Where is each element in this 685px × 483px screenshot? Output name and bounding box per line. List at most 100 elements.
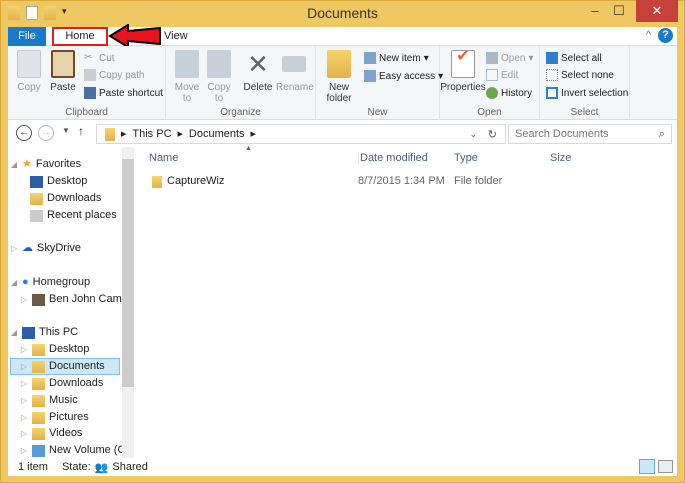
details-view-button[interactable] xyxy=(639,459,655,474)
rename-button[interactable]: Rename xyxy=(276,50,314,93)
copy-path-button[interactable]: Copy path xyxy=(84,69,145,81)
recent-locations-dropdown[interactable]: ▼ xyxy=(62,126,70,135)
recent-places-icon xyxy=(30,209,43,222)
select-all-button[interactable]: Select all xyxy=(546,52,602,64)
maximize-button[interactable]: ☐ xyxy=(608,0,630,22)
state-label: State: xyxy=(61,461,91,473)
new-folder-icon xyxy=(327,50,351,78)
copy-to-label: Copy to xyxy=(207,82,231,104)
paste-shortcut-button[interactable]: Paste shortcut xyxy=(84,87,163,99)
collapse-ribbon-icon[interactable]: ^ xyxy=(646,29,651,41)
homegroup-icon: ● xyxy=(22,276,29,288)
back-button[interactable]: ← xyxy=(16,125,32,141)
move-to-button[interactable]: Move to xyxy=(172,50,202,104)
nav-label: Downloads xyxy=(47,192,102,204)
nav-label: Favorites xyxy=(35,158,82,170)
nav-pc-videos[interactable]: ▷ Videos xyxy=(20,425,82,442)
shared-users-icon: 👥 xyxy=(94,461,109,474)
nav-pc-music[interactable]: ▷ Music xyxy=(20,392,78,409)
nav-pc-volume-c[interactable]: ▷ New Volume (C:) xyxy=(20,442,132,459)
column-date-modified[interactable]: Date modified xyxy=(358,152,428,164)
close-button[interactable]: ✕ xyxy=(636,0,678,22)
nav-homegroup[interactable]: ◢ ● Homegroup xyxy=(10,274,90,291)
nav-label: Music xyxy=(49,394,78,406)
clipboard-group: Copy Paste ✂ Cut Copy path Paste shortcut… xyxy=(8,46,166,120)
window-title: Documents xyxy=(307,5,378,21)
nav-pc-downloads[interactable]: ▷ Downloads xyxy=(20,375,103,392)
nav-pc-pictures[interactable]: ▷ Pictures xyxy=(20,409,89,426)
select-all-label: Select all xyxy=(561,52,602,64)
select-none-button[interactable]: Select none xyxy=(546,69,614,81)
file-name[interactable]: CaptureWiz xyxy=(167,175,224,187)
paste-shortcut-label: Paste shortcut xyxy=(99,87,163,99)
properties-button[interactable]: ✔ Properties xyxy=(440,49,486,94)
paste-label: Paste xyxy=(50,82,76,93)
invert-selection-button[interactable]: Invert selection xyxy=(546,87,628,99)
tab-home[interactable]: Home xyxy=(52,27,108,46)
large-icons-view-button[interactable] xyxy=(658,460,673,473)
refresh-button[interactable]: ↻ xyxy=(488,128,497,141)
new-folder-label: New folder xyxy=(326,82,352,104)
cut-button[interactable]: ✂ Cut xyxy=(84,52,115,64)
column-name[interactable]: Name xyxy=(149,152,178,164)
computer-icon xyxy=(22,326,35,339)
delete-button[interactable]: ✕ Delete xyxy=(242,50,274,93)
open-label: Open xyxy=(501,52,526,64)
open-button[interactable]: Open ▾ xyxy=(486,52,534,64)
copy-icon xyxy=(17,50,41,78)
history-button[interactable]: History xyxy=(486,87,532,99)
select-none-icon xyxy=(546,69,558,81)
nav-label: New Volume (C:) xyxy=(49,444,133,456)
breadcrumb-this-pc[interactable]: This PC xyxy=(132,128,171,140)
paste-button[interactable]: Paste xyxy=(48,50,78,93)
nav-fav-desktop[interactable]: Desktop xyxy=(30,173,87,190)
search-input[interactable]: Search Documents ⌕ xyxy=(508,124,672,144)
easy-access-label: Easy access xyxy=(379,70,436,82)
breadcrumb-documents[interactable]: Documents xyxy=(189,128,245,140)
help-icon[interactable]: ? xyxy=(658,28,673,43)
nav-label: Recent places xyxy=(47,209,117,221)
new-folder-button[interactable]: New folder xyxy=(322,50,356,104)
organize-group: Move to Copy to ✕ Delete Rename Organize xyxy=(166,46,316,120)
nav-pc-desktop[interactable]: ▷ Desktop xyxy=(20,341,89,358)
easy-access-button[interactable]: Easy access ▾ xyxy=(364,70,443,82)
forward-button[interactable]: → xyxy=(38,125,54,141)
minimize-button[interactable]: – xyxy=(584,0,606,22)
nav-favorites[interactable]: ◢ ★ Favorites xyxy=(10,156,81,173)
address-history-dropdown[interactable]: ⌄ xyxy=(469,129,477,140)
new-item-button[interactable]: New item ▾ xyxy=(364,52,429,64)
new-item-icon xyxy=(364,52,376,64)
new-group-label: New xyxy=(367,107,388,118)
copy-path-icon xyxy=(84,69,96,81)
address-bar[interactable]: ▶ This PC ▶ Documents ▶ ⌄ ↻ xyxy=(96,124,506,144)
nav-this-pc[interactable]: ◢ This PC xyxy=(10,324,78,341)
tab-file[interactable]: File xyxy=(8,27,46,46)
new-group: New folder New item ▾ Easy access ▾ New xyxy=(316,46,443,120)
nav-fav-downloads[interactable]: Downloads xyxy=(30,190,101,207)
column-type[interactable]: Type xyxy=(454,152,478,164)
clipboard-group-label: Clipboard xyxy=(65,107,108,118)
star-icon: ★ xyxy=(22,158,32,170)
up-button[interactable]: ↑ xyxy=(78,124,84,138)
breadcrumb-separator[interactable]: ▶ xyxy=(251,130,256,138)
nav-fav-recent[interactable]: Recent places xyxy=(30,207,117,224)
folder-icon xyxy=(152,176,162,188)
nav-scrollbar-thumb[interactable] xyxy=(122,159,134,387)
properties-label: Properties xyxy=(440,82,486,93)
folder-icon xyxy=(32,427,45,440)
copy-to-button[interactable]: Copy to xyxy=(204,50,234,104)
nav-label: This PC xyxy=(39,326,79,338)
item-count: 1 item xyxy=(18,461,48,473)
folder-icon xyxy=(32,411,45,424)
nav-homegroup-user[interactable]: ▷ Ben John Campo xyxy=(20,291,134,308)
nav-skydrive[interactable]: ▷ ☁ SkyDrive xyxy=(10,240,81,257)
status-bar: 1 item State: 👥 Shared xyxy=(8,458,677,476)
copy-button[interactable]: Copy xyxy=(14,50,44,93)
nav-pc-documents[interactable]: ▷ Documents xyxy=(10,358,120,375)
new-item-label: New item xyxy=(379,52,421,64)
column-size[interactable]: Size xyxy=(550,152,571,164)
edit-label: Edit xyxy=(501,69,519,81)
edit-button[interactable]: Edit xyxy=(486,69,518,81)
copy-to-icon xyxy=(207,50,231,78)
file-date: 8/7/2015 1:34 PM xyxy=(358,175,445,187)
